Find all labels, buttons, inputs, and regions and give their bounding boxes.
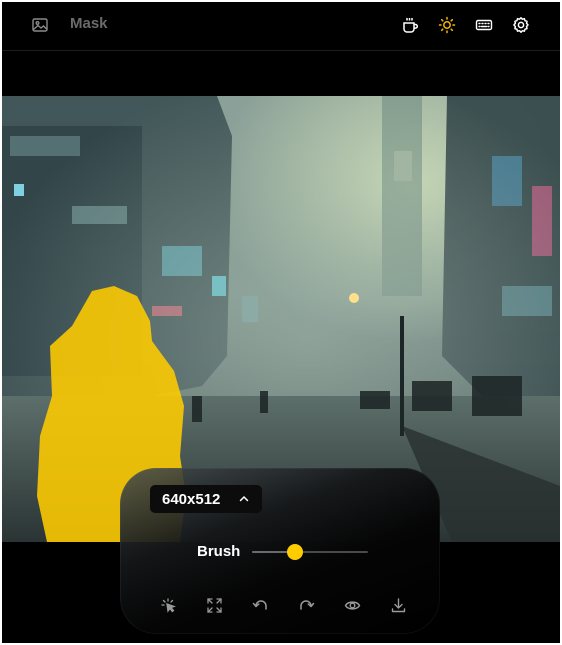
- download-button[interactable]: [388, 595, 408, 615]
- resolution-select[interactable]: 640x512: [150, 485, 262, 513]
- resolution-value: 640x512: [162, 491, 221, 508]
- slider-thumb[interactable]: [287, 544, 303, 560]
- show-original-button[interactable]: [342, 595, 362, 615]
- settings-icon[interactable]: [512, 16, 530, 34]
- brush-label: Brush: [197, 543, 241, 560]
- app-window: Mask 640x512 Brush: [2, 2, 560, 643]
- interactive-seg-button[interactable]: [158, 595, 178, 615]
- fit-to-screen-icon: [206, 597, 222, 613]
- undo-icon: [252, 599, 267, 610]
- mode-label: Mask: [70, 15, 108, 32]
- editor-toolbar: 640x512 Brush: [120, 468, 440, 634]
- coffee-icon[interactable]: [401, 16, 419, 34]
- top-bar: Mask: [2, 2, 560, 51]
- fit-to-screen-button[interactable]: [204, 595, 224, 615]
- chevron-up-icon: [239, 495, 249, 502]
- redo-button[interactable]: [296, 595, 316, 615]
- brush-size-slider[interactable]: [252, 544, 368, 560]
- sun-icon[interactable]: [438, 16, 456, 34]
- interactive-seg-icon: [160, 597, 176, 613]
- download-icon: [391, 597, 405, 612]
- keyboard-icon[interactable]: [475, 16, 493, 34]
- redo-icon: [299, 599, 314, 610]
- image-icon[interactable]: [31, 16, 49, 34]
- show-original-icon: [344, 600, 360, 610]
- undo-button[interactable]: [250, 595, 270, 615]
